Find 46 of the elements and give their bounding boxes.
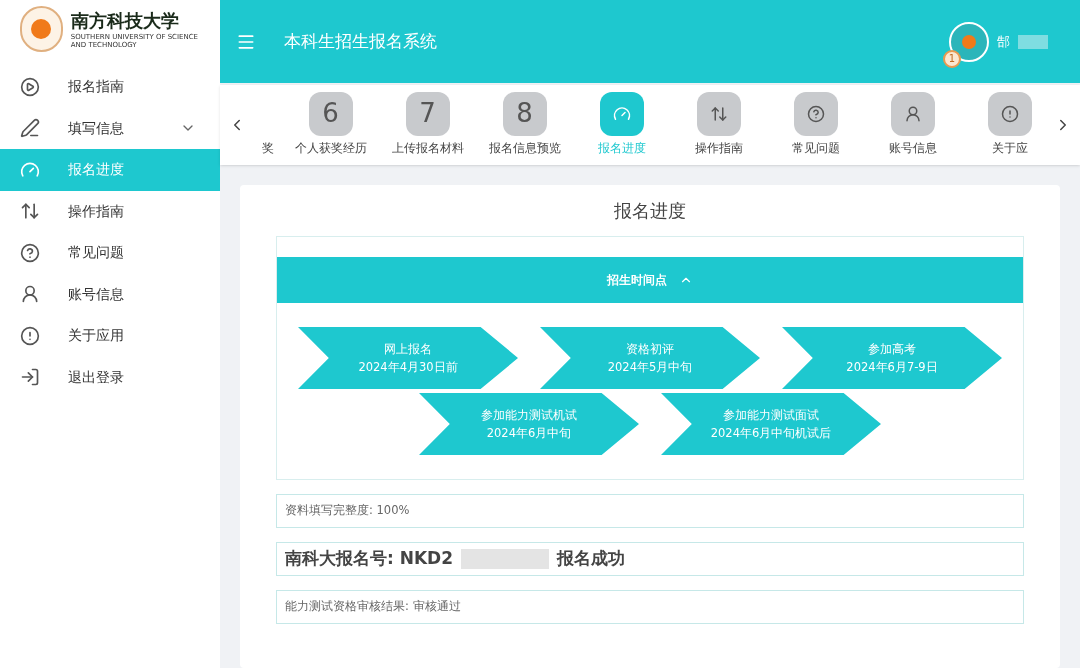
step-tab[interactable]: 7 上传报名材料 [379, 91, 476, 157]
logo-emblem-icon [20, 6, 63, 52]
registration-status: 报名成功 [557, 547, 626, 571]
sidebar-item[interactable]: 关于应用 [0, 315, 220, 357]
play-icon [20, 76, 40, 97]
step-number-tile: 6 [308, 91, 353, 136]
help-icon [20, 242, 40, 263]
university-name: 南方科技大学 [70, 9, 180, 33]
sidebar-item[interactable]: 账号信息 [0, 273, 220, 315]
timeline-chevron: 资格初评 2024年5月中旬 [540, 327, 760, 389]
step-tab[interactable]: 账号信息 [864, 91, 961, 157]
avatar[interactable] [949, 21, 989, 62]
timeline-chevron: 参加高考 2024年6月7-9日 [782, 327, 1002, 389]
step-tab[interactable]: 关于应 [961, 91, 1046, 157]
alert-icon [20, 325, 40, 346]
arrows-icon [709, 104, 728, 123]
alert-icon [1000, 104, 1019, 123]
user-icon [903, 104, 922, 123]
step-tab[interactable]: 奖 [254, 139, 282, 157]
timeline-chevron: 参加能力测试机试 2024年6月中旬 [419, 393, 639, 455]
sidebar-item[interactable]: 常见问题 [0, 232, 220, 274]
app-title: 本科生招生报名系统 [284, 29, 437, 53]
sidebar-item[interactable]: 报名指南 [0, 66, 220, 108]
step-tab[interactable]: 8 报名信息预览 [476, 91, 573, 157]
step-number-tile: 8 [502, 91, 547, 136]
step-number-tile: 7 [405, 91, 450, 136]
gauge-icon [612, 104, 631, 123]
info-row: 能力测试资格审核结果: 审核通过 [276, 590, 1024, 624]
info-row: 资料填写完整度: 100% [276, 494, 1024, 528]
page-title: 报名进度 [614, 199, 686, 223]
step-tab[interactable]: 操作指南 [670, 91, 767, 157]
logout-icon [20, 367, 40, 388]
timeline-chevron: 参加能力测试面试 2024年6月中旬机试后 [661, 393, 881, 455]
timeline-chevron: 网上报名 2024年4月30日前 [298, 327, 518, 389]
sidebar-item[interactable]: 填写信息 [0, 107, 220, 149]
registration-number: 南科大报名号: NKD2 [285, 547, 454, 571]
notification-badge: 1 [943, 49, 961, 68]
sidebar-item[interactable]: 退出登录 [0, 356, 220, 398]
step-tab[interactable]: 常见问题 [767, 91, 864, 157]
pencil-icon [20, 118, 40, 139]
user-name: 郜 [997, 32, 1010, 51]
user-icon [20, 284, 40, 305]
help-icon [806, 104, 825, 123]
redacted-block [1018, 34, 1048, 49]
step-tab[interactable]: 6 个人获奖经历 [282, 91, 379, 157]
sidebar-item[interactable]: 操作指南 [0, 190, 220, 232]
